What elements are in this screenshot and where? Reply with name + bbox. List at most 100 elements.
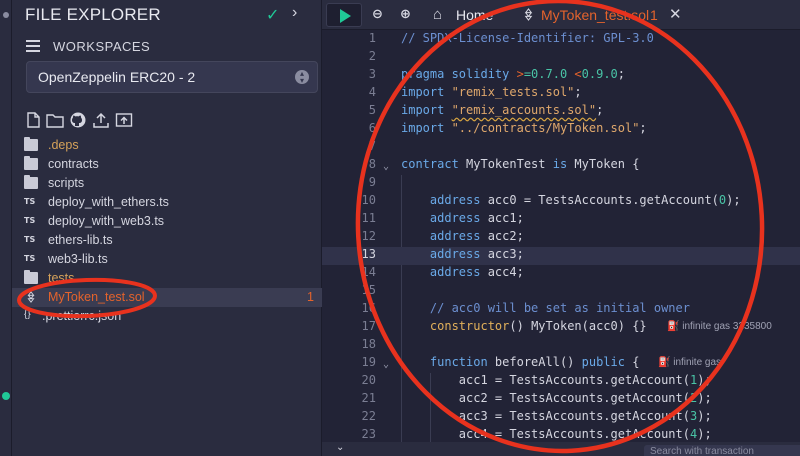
folder-icon — [24, 175, 38, 189]
upload-icon[interactable] — [115, 111, 133, 129]
code-line: 22 acc3 = TestsAccounts.getAccount(3); — [322, 409, 800, 427]
gas-pump-icon: ⛽ — [667, 321, 680, 332]
workspaces-row: WORKSPACES — [12, 37, 322, 57]
code-text: pragma solidity >=0.7.0 <0.9.0; — [401, 67, 625, 81]
tab-error-count: 1 — [650, 7, 658, 23]
activity-icon[interactable] — [3, 12, 9, 18]
terminal-bar: ⌄ Search with transaction — [322, 442, 800, 456]
terminal-search-input[interactable]: Search with transaction — [644, 445, 800, 456]
editor-area: ⊖ ⊕ ⌂ Home MyToken_test.sol 1 ✕ 1 // SPDX… — [322, 0, 800, 456]
line-number: 8 — [368, 157, 376, 171]
workspace-select-value: OpenZeppelin ERC20 - 2 — [38, 69, 196, 85]
code-line: 20 acc1 = TestsAccounts.getAccount(1); — [322, 373, 800, 391]
file-tree: .deps contracts scripts TS deploy_with_e… — [12, 136, 322, 326]
terminal-search-placeholder: Search with transaction — [650, 446, 754, 456]
json-file-icon: {} — [24, 309, 31, 320]
tree-item-label: ethers-lib.ts — [48, 233, 113, 247]
status-check-icon[interactable] — [2, 392, 10, 400]
new-folder-icon[interactable] — [46, 111, 64, 129]
code-text: address acc0 = TestsAccounts.getAccount(… — [429, 193, 741, 207]
code-line: 21 acc2 = TestsAccounts.getAccount(2); — [322, 391, 800, 409]
github-icon[interactable] — [69, 111, 87, 129]
code-line: 10 address acc0 = TestsAccounts.getAccou… — [322, 193, 800, 211]
code-text: constructor() MyToken(acc0) {} — [429, 319, 647, 333]
line-number: 3 — [368, 67, 376, 81]
new-file-icon[interactable] — [24, 111, 42, 129]
code-editor[interactable]: 1 // SPDX-License-Identifier: GPL-3.0 2 3… — [322, 30, 800, 442]
line-number: 21 — [361, 391, 376, 405]
line-number: 9 — [368, 175, 376, 189]
code-line: 1 // SPDX-License-Identifier: GPL-3.0 — [322, 31, 800, 49]
code-line: 3 pragma solidity >=0.7.0 <0.9.0; — [322, 67, 800, 85]
line-number: 2 — [368, 49, 376, 63]
tree-item-label: deploy_with_ethers.ts — [48, 195, 169, 209]
zoom-in-icon[interactable]: ⊕ — [400, 6, 411, 22]
line-number: 5 — [368, 103, 376, 117]
code-text: import "remix_tests.sol"; — [401, 85, 582, 99]
line-number: 19 — [361, 355, 376, 369]
tree-item-web3-lib[interactable]: TS web3-lib.ts — [12, 250, 322, 269]
tree-item-ethers-lib[interactable]: TS ethers-lib.ts — [12, 231, 322, 250]
tree-item-deploy-with-web3[interactable]: TS deploy_with_web3.ts — [12, 212, 322, 231]
code-text: address acc4; — [429, 265, 524, 279]
line-number: 16 — [361, 301, 376, 315]
code-text: acc4 = TestsAccounts.getAccount(4); — [401, 427, 712, 441]
line-number: 20 — [361, 373, 376, 387]
gas-hint-text: infinite gas — [673, 357, 722, 368]
code-line: 12 address acc2; — [322, 229, 800, 247]
folder-icon — [24, 156, 38, 170]
tab-mytoken-test[interactable]: MyToken_test.sol 1 ✕ — [522, 0, 687, 30]
workspace-select[interactable]: OpenZeppelin ERC20 - 2 ▴ ▾ — [26, 61, 318, 93]
tree-item-scripts[interactable]: scripts — [12, 174, 322, 193]
code-line: 7 — [322, 139, 800, 157]
gas-hint-text: infinite gas 3235800 — [682, 321, 772, 332]
file-explorer-header: FILE EXPLORER ✓ › — [12, 0, 322, 30]
tree-item-deps[interactable]: .deps — [12, 136, 322, 155]
code-text: address acc1; — [429, 211, 524, 225]
select-arrows-icon: ▴ ▾ — [295, 70, 309, 85]
fold-toggle-icon[interactable]: ⌄ — [383, 359, 389, 370]
code-text: address acc2; — [429, 229, 524, 243]
line-number: 10 — [361, 193, 376, 207]
tree-item-label: contracts — [48, 157, 99, 171]
line-number: 23 — [361, 427, 376, 441]
tree-item-label: MyToken_test.sol — [48, 290, 145, 304]
tree-item-mytoken-test[interactable]: MyToken_test.sol 1 — [12, 288, 322, 307]
file-explorer-panel: FILE EXPLORER ✓ › WORKSPACES OpenZeppeli… — [12, 0, 322, 456]
tree-item-label: .prettierrc.json — [42, 309, 122, 323]
line-number: 12 — [361, 229, 376, 243]
tree-item-deploy-with-ethers[interactable]: TS deploy_with_ethers.ts — [12, 193, 322, 212]
typescript-file-icon: TS — [24, 216, 36, 225]
code-line: 19 function beforeAll() public { ⛽ infin… — [322, 355, 800, 373]
hamburger-menu-icon[interactable] — [26, 40, 40, 52]
code-line-current: 13 address acc3; — [322, 247, 800, 265]
tab-home-label: Home — [456, 7, 494, 23]
chevron-right-icon[interactable]: › — [292, 4, 297, 22]
fold-toggle-icon[interactable]: ⌄ — [383, 161, 389, 172]
code-text: address acc3; — [429, 247, 524, 261]
code-text: function beforeAll() public { — [429, 355, 640, 369]
code-text: acc2 = TestsAccounts.getAccount(2); — [401, 391, 712, 405]
run-button[interactable] — [326, 3, 362, 27]
tab-home[interactable]: ⌂ Home — [430, 0, 520, 30]
code-line: 4 import "remix_tests.sol"; — [322, 85, 800, 103]
chevron-down-icon[interactable]: ⌄ — [336, 442, 344, 453]
close-icon[interactable]: ✕ — [669, 5, 682, 23]
code-text: import "remix_accounts.sol"; — [401, 103, 604, 117]
error-count-badge: 1 — [307, 290, 314, 304]
code-line: 5 import "remix_accounts.sol"; — [322, 103, 800, 121]
tree-item-tests[interactable]: tests — [12, 269, 322, 288]
typescript-file-icon: TS — [24, 235, 36, 244]
tree-item-contracts[interactable]: contracts — [12, 155, 322, 174]
publish-icon[interactable] — [92, 111, 110, 129]
gas-pump-icon: ⛽ — [658, 357, 671, 368]
tree-item-prettierrc[interactable]: {} .prettierrc.json — [12, 307, 322, 326]
line-number: 1 — [368, 31, 376, 45]
check-icon[interactable]: ✓ — [266, 5, 279, 25]
line-number: 15 — [361, 283, 376, 297]
code-line: 15 — [322, 283, 800, 301]
zoom-out-icon[interactable]: ⊖ — [372, 6, 383, 22]
tree-item-label: .deps — [48, 138, 79, 152]
solidity-file-icon — [524, 8, 533, 21]
line-number: 13 — [361, 247, 376, 261]
